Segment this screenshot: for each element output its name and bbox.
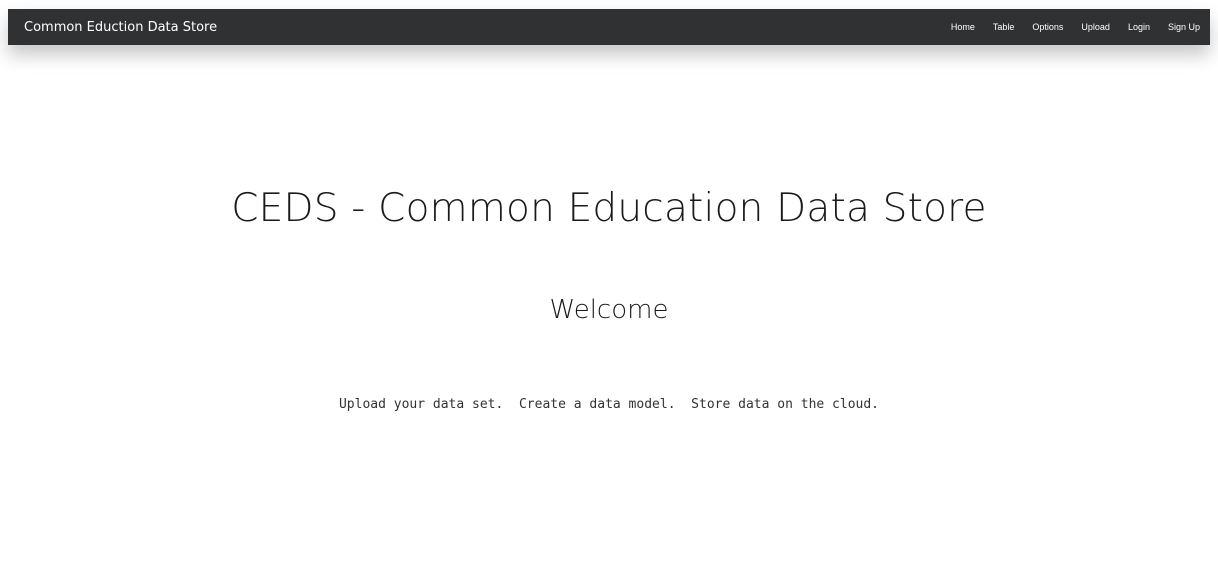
main-content: CEDS - Common Education Data Store Welco… — [0, 0, 1218, 570]
welcome-heading: Welcome — [549, 295, 669, 325]
page-title: CEDS - Common Education Data Store — [231, 186, 987, 231]
tagline-text: Upload your data set. Create a data mode… — [338, 397, 880, 412]
